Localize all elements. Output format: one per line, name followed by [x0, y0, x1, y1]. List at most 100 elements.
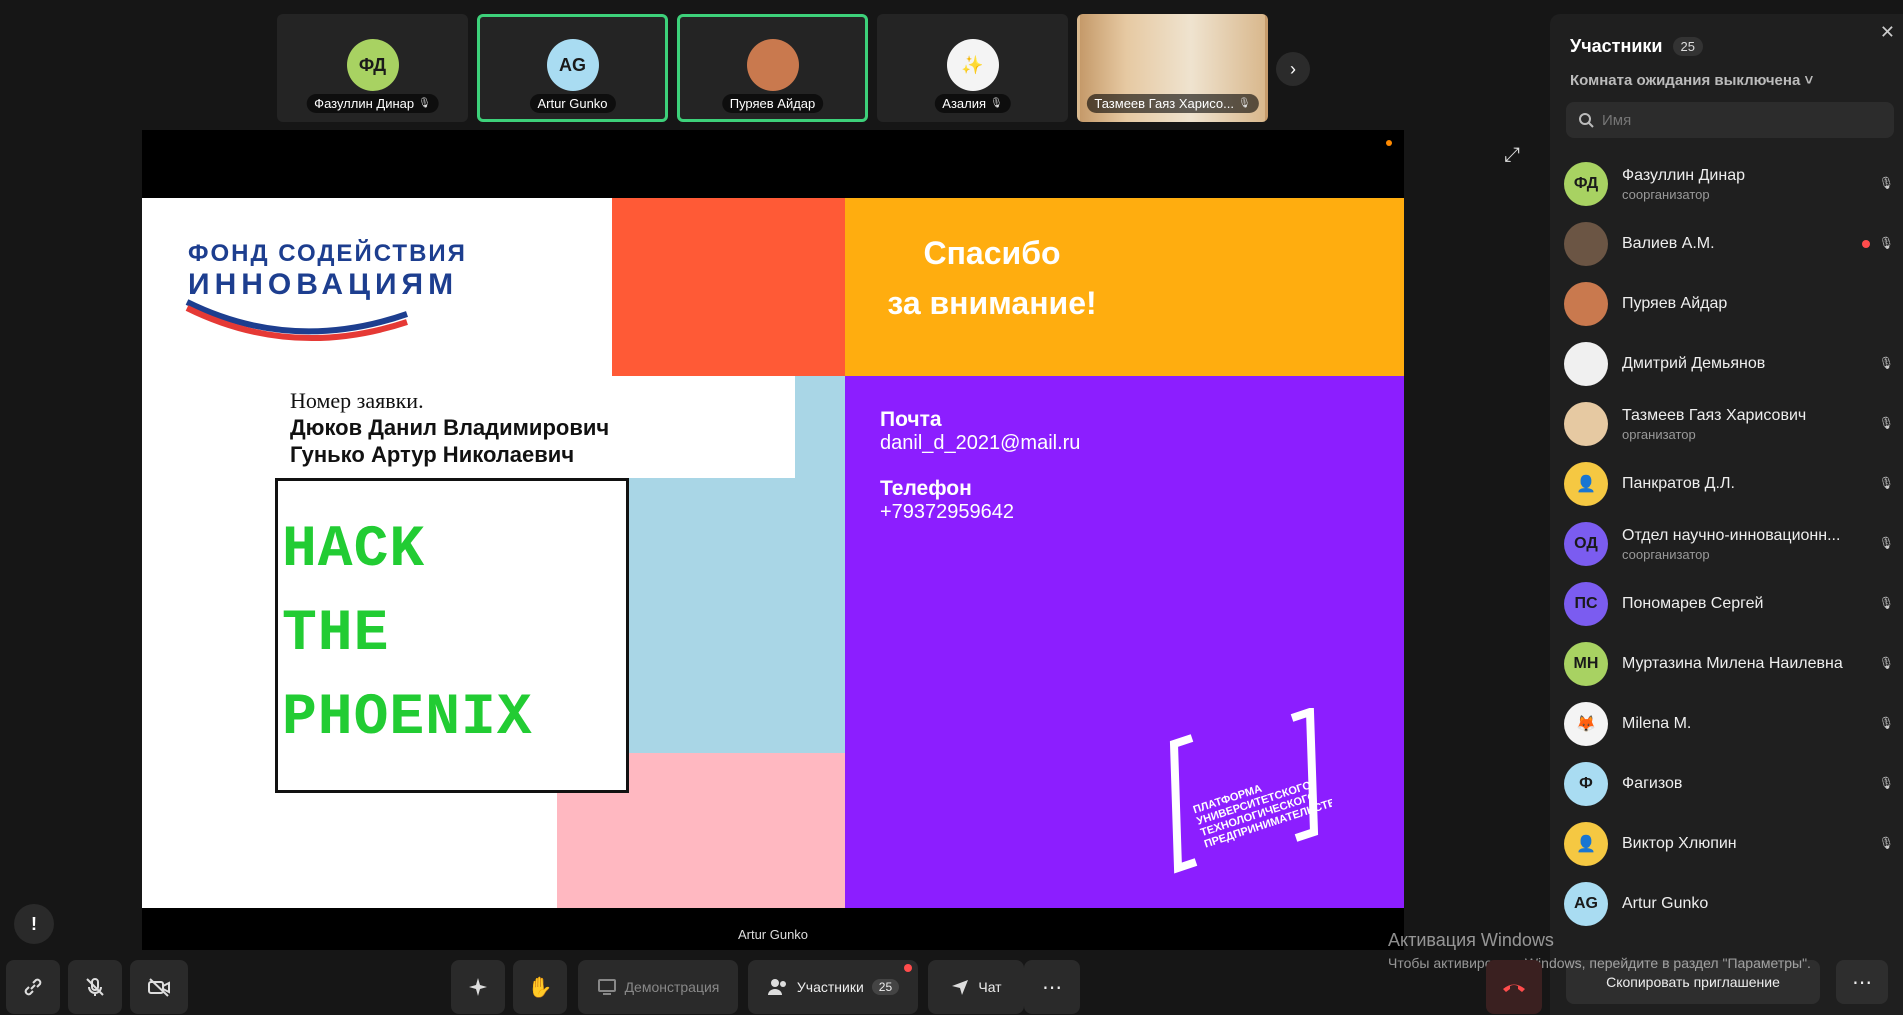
participant-thumbnail[interactable]: Пуряев Айдар: [677, 14, 868, 122]
participant-role: соорганизатор: [1622, 186, 1710, 202]
thumbnail-name-tag: Artur Gunko: [529, 94, 616, 113]
thumbnail-name: Пуряев Айдар: [729, 96, 816, 111]
mail-value: danil_d_2021@mail.ru: [880, 432, 1081, 454]
participant-info: Муртазина Милена Наилевна: [1622, 655, 1843, 673]
participant-info: Фагизов: [1622, 775, 1682, 793]
participant-thumbnail[interactable]: AG Artur Gunko: [477, 14, 668, 122]
next-thumbnails-button[interactable]: ›: [1276, 52, 1310, 86]
camera-button[interactable]: [130, 960, 188, 1014]
panel-title-text: Участники: [1570, 36, 1663, 56]
more-options-button[interactable]: ⋯: [1024, 960, 1080, 1014]
participant-name: Дмитрий Демьянов: [1622, 355, 1766, 372]
avatar: ПС: [1564, 582, 1608, 626]
thumbnail-name: Фазуллин Динар: [314, 96, 415, 111]
participant-row[interactable]: 👤 Виктор Хлюпин 🎙: [1564, 814, 1894, 874]
hack-line-2: THE: [282, 602, 390, 667]
participant-info: Тазмеев Гаяз Харисович организатор: [1622, 407, 1806, 442]
microphone-off-icon: 🎙: [1878, 416, 1894, 430]
participant-name: Фагизов: [1622, 775, 1683, 792]
link-icon: [24, 978, 42, 996]
participant-row[interactable]: МН Муртазина Милена Наилевна 🎙: [1564, 634, 1894, 694]
participant-name: Фазуллин Динар: [1622, 166, 1745, 184]
recording-dot: [1386, 140, 1392, 146]
participant-role: организатор: [1622, 426, 1696, 442]
panel-title: Участники 25: [1570, 36, 1703, 57]
participant-row[interactable]: Тазмеев Гаяз Харисович организатор 🎙: [1564, 394, 1894, 454]
participants-button[interactable]: Участники 25: [748, 960, 918, 1014]
participant-name: Пуряев Айдар: [1622, 295, 1728, 312]
close-icon[interactable]: ✕: [1880, 22, 1895, 43]
participant-thumbnail[interactable]: ФД Фазуллин Динар 🎙: [277, 14, 468, 122]
participant-name: Валиев А.М.: [1622, 235, 1715, 252]
screen-share-button[interactable]: Демонстрация: [578, 960, 738, 1014]
screen-share-label: Демонстрация: [624, 979, 720, 995]
participants-count-badge: 25: [1672, 37, 1703, 56]
avatar: [1564, 402, 1608, 446]
avatar: ФД: [346, 39, 399, 91]
participant-info: Валиев А.М.: [1622, 235, 1715, 253]
participant-name: Панкратов Д.Л.: [1622, 475, 1735, 492]
windows-activation-title: Активация Windows: [1388, 930, 1554, 950]
search-icon: [1579, 113, 1594, 128]
slide-block-blue2: [629, 478, 845, 753]
participant-row[interactable]: 🦊 Milena M. 🎙: [1564, 694, 1894, 754]
avatar: 👤: [1564, 462, 1608, 506]
participant-row[interactable]: Ф Фагизов 🎙: [1564, 754, 1894, 814]
participant-row[interactable]: Валиев А.М. 🎙: [1564, 214, 1894, 274]
raise-hand-button[interactable]: ✋: [513, 960, 567, 1014]
participant-row[interactable]: 👤 Панкратов Д.Л. 🎙: [1564, 454, 1894, 514]
search-input[interactable]: [1602, 111, 1882, 129]
avatar: МН: [1564, 642, 1608, 686]
microphone-off-icon: 🎙: [1878, 236, 1894, 250]
screen-share-stage: ФОНД СОДЕЙСТВИЯ ИННОВАЦИЯМ Номер заявки.…: [142, 130, 1404, 950]
fond-line1: ФОНД СОДЕЙСТВИЯ: [188, 240, 467, 267]
participant-info: Пуряев Айдар: [1622, 295, 1727, 313]
participant-info: Фазуллин Динар соорганизатор: [1622, 167, 1745, 202]
microphone-off-icon: 🎙: [418, 98, 431, 109]
chat-button[interactable]: Чат: [928, 960, 1024, 1014]
thumbnail-name-tag: Тазмеев Гаяз Харисо... 🎙: [1086, 94, 1259, 113]
phone-label: Телефон: [880, 477, 972, 500]
participants-button-label: Участники: [796, 979, 864, 995]
microphone-off-icon: [86, 978, 104, 996]
participant-row[interactable]: AG Artur Gunko: [1564, 874, 1894, 934]
copy-link-button[interactable]: [6, 960, 60, 1014]
avatar: AG: [1564, 882, 1608, 926]
participants-panel: ✕ Участники 25 Комната ожидания выключен…: [1550, 14, 1903, 1015]
participant-search[interactable]: [1566, 102, 1894, 138]
participant-info: Дмитрий Демьянов: [1622, 355, 1765, 373]
participant-info: Artur Gunko: [1622, 895, 1708, 913]
microphone-button[interactable]: [68, 960, 122, 1014]
effects-button[interactable]: [451, 960, 505, 1014]
mail-label: Почта: [880, 408, 942, 431]
notification-dot: [904, 964, 912, 972]
participant-name: Artur Gunko: [1622, 895, 1709, 912]
fullscreen-icon[interactable]: ⤢: [1504, 144, 1520, 167]
participant-thumbnail[interactable]: Тазмеев Гаяз Харисо... 🎙: [1077, 14, 1268, 122]
thumbnail-name: Artur Gunko: [537, 96, 608, 111]
leave-call-button[interactable]: [1486, 960, 1542, 1014]
participant-row[interactable]: Пуряев Айдар: [1564, 274, 1894, 334]
thanks-text: Спасибо за внимание!: [842, 228, 1142, 328]
author-1: Дюков Данил Владимирович: [290, 415, 610, 440]
status-dot: [1862, 240, 1870, 248]
participant-info: Виктор Хлюпин: [1622, 835, 1737, 853]
waiting-room-toggle[interactable]: Комната ожидания выключена ˅: [1570, 72, 1813, 89]
microphone-off-icon: 🎙: [1878, 536, 1894, 550]
avatar: Ф: [1564, 762, 1608, 806]
participant-thumbnails: ФД Фазуллин Динар 🎙 AG Artur Gunko Пуряев Айд…: [277, 14, 1268, 122]
avatar: 👤: [1564, 822, 1608, 866]
application-info: Номер заявки. Дюков Данил Владимирович Г…: [290, 388, 609, 468]
microphone-off-icon: 🎙: [1237, 98, 1251, 109]
panel-more-button[interactable]: ⋯: [1836, 960, 1888, 1004]
feedback-button[interactable]: !: [14, 904, 54, 944]
participant-row[interactable]: ОД Отдел научно-инновационн... соорганизат…: [1564, 514, 1894, 574]
thanks-line-1: Спасибо: [923, 235, 1061, 271]
participant-row[interactable]: ФД Фазуллин Динар соорганизатор 🎙: [1564, 154, 1894, 214]
participant-thumbnail[interactable]: ✨ Азалия 🎙: [877, 14, 1068, 122]
participant-row[interactable]: Дмитрий Демьянов 🎙: [1564, 334, 1894, 394]
microphone-off-icon: 🎙: [1878, 176, 1894, 190]
send-icon: [952, 980, 969, 995]
participant-row[interactable]: ПС Пономарев Сергей 🎙: [1564, 574, 1894, 634]
participant-name: Пономарев Сергей: [1622, 595, 1764, 612]
